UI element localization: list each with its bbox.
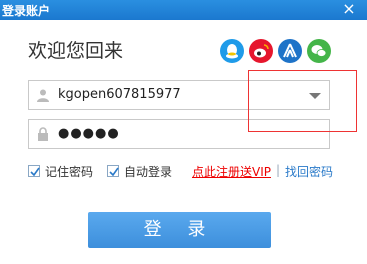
annotation-box: [248, 70, 357, 132]
qq-icon[interactable]: [220, 39, 244, 63]
checkmark-icon: [30, 167, 40, 177]
password-value: ●●●●●: [58, 126, 120, 141]
lock-icon: [38, 127, 48, 141]
wechat-icon[interactable]: [307, 39, 331, 63]
weibo-icon[interactable]: [249, 39, 273, 63]
recover-password-link[interactable]: 找回密码: [285, 163, 333, 180]
register-link[interactable]: 点此注册送VIP: [192, 163, 271, 180]
remember-password-label[interactable]: 记住密码: [45, 163, 93, 180]
username-value: kgopen607815977: [58, 87, 181, 102]
welcome-heading: 欢迎您回来: [28, 40, 124, 62]
window-title: 登录账户: [2, 4, 51, 18]
login-button[interactable]: 登 录: [88, 212, 271, 248]
title-bar[interactable]: 登录账户 ×: [0, 0, 367, 20]
link-separator: |: [276, 163, 281, 177]
auto-login-label[interactable]: 自动登录: [124, 163, 172, 180]
close-button[interactable]: ×: [341, 1, 357, 17]
checkmark-icon: [109, 167, 119, 177]
auto-login-checkbox[interactable]: [107, 165, 119, 177]
renren-icon[interactable]: [278, 39, 302, 63]
user-icon: [37, 89, 49, 102]
remember-password-checkbox[interactable]: [28, 165, 40, 177]
